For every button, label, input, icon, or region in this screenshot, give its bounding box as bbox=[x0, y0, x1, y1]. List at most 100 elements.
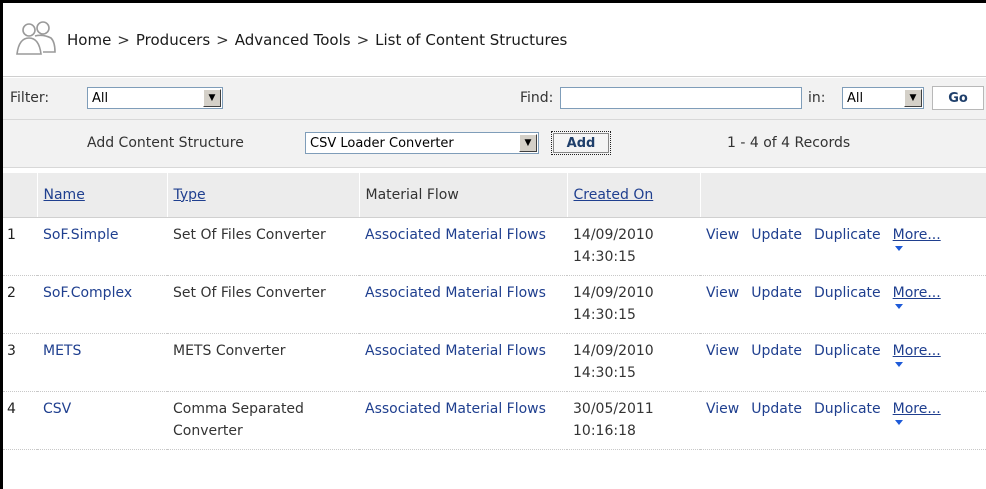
caret-down-icon bbox=[894, 303, 903, 309]
row-type: METS Converter bbox=[173, 342, 286, 359]
table-row: 1 SoF.Simple Set Of Files Converter Asso… bbox=[3, 217, 986, 276]
view-link[interactable]: View bbox=[706, 340, 739, 367]
row-created-cell: 14/09/2010 14:30:15 bbox=[567, 217, 700, 276]
header-material-flow: Material Flow bbox=[359, 173, 568, 218]
table-row: 4 CSV Comma Separated Converter Associat… bbox=[3, 391, 986, 450]
sort-created-on-link[interactable]: Created On bbox=[574, 187, 654, 203]
row-name[interactable]: CSV bbox=[43, 401, 71, 417]
caret-down-icon bbox=[894, 361, 903, 367]
sort-name-link[interactable]: Name bbox=[44, 187, 85, 203]
row-created-cell: 14/09/2010 14:30:15 bbox=[567, 275, 700, 334]
row-number: 2 bbox=[3, 275, 37, 334]
more-label: More... bbox=[892, 226, 941, 243]
row-actions-cell: View Update Duplicate More... bbox=[700, 333, 986, 392]
header-number bbox=[3, 173, 38, 218]
more-menu[interactable]: More... bbox=[893, 398, 941, 425]
row-number: 4 bbox=[3, 391, 37, 450]
row-actions-cell: View Update Duplicate More... bbox=[700, 391, 986, 450]
chevron-down-icon[interactable]: ▼ bbox=[519, 134, 537, 152]
duplicate-link[interactable]: Duplicate bbox=[814, 340, 881, 367]
update-link[interactable]: Update bbox=[751, 282, 802, 309]
row-actions-cell: View Update Duplicate More... bbox=[700, 217, 986, 276]
view-link[interactable]: View bbox=[706, 282, 739, 309]
header-name[interactable]: Name bbox=[37, 173, 168, 218]
associated-material-flows-link[interactable]: Associated Material Flows bbox=[365, 285, 546, 301]
row-type-cell: Set Of Files Converter bbox=[167, 275, 359, 334]
go-button[interactable]: Go bbox=[932, 86, 984, 110]
row-name-cell: CSV bbox=[37, 391, 167, 450]
row-type-cell: METS Converter bbox=[167, 333, 359, 392]
in-select[interactable]: All ▼ bbox=[842, 87, 924, 109]
row-type-cell: Comma Separated Converter bbox=[167, 391, 359, 450]
duplicate-link[interactable]: Duplicate bbox=[814, 398, 881, 425]
row-name-cell: METS bbox=[37, 333, 167, 392]
content-structure-select[interactable]: CSV Loader Converter ▼ bbox=[305, 132, 539, 154]
users-icon bbox=[16, 20, 56, 55]
table-row: 3 METS METS Converter Associated Materia… bbox=[3, 333, 986, 392]
update-link[interactable]: Update bbox=[751, 224, 802, 251]
row-created-on: 14/09/2010 14:30:15 bbox=[573, 342, 654, 381]
row-created-cell: 30/05/2011 10:16:18 bbox=[567, 391, 700, 450]
update-link[interactable]: Update bbox=[751, 398, 802, 425]
caret-down-icon bbox=[894, 419, 903, 425]
header-type[interactable]: Type bbox=[167, 173, 360, 218]
row-flow-cell: Associated Material Flows bbox=[359, 333, 567, 392]
row-name[interactable]: SoF.Complex bbox=[43, 285, 132, 301]
more-menu[interactable]: More... bbox=[893, 282, 941, 309]
filter-label: Filter: bbox=[10, 90, 50, 106]
chevron-down-icon[interactable]: ▼ bbox=[203, 89, 221, 107]
breadcrumb: Home > Producers > Advanced Tools > List… bbox=[67, 31, 567, 49]
breadcrumb-separator: > bbox=[117, 30, 130, 49]
row-created-on: 14/09/2010 14:30:15 bbox=[573, 284, 654, 323]
row-name-cell: SoF.Simple bbox=[37, 217, 167, 276]
row-flow-cell: Associated Material Flows bbox=[359, 217, 567, 276]
in-select-value: All bbox=[847, 90, 864, 106]
add-content-structure-label: Add Content Structure bbox=[87, 135, 244, 151]
view-link[interactable]: View bbox=[706, 398, 739, 425]
row-actions-cell: View Update Duplicate More... bbox=[700, 275, 986, 334]
breadcrumb-advanced-tools[interactable]: Advanced Tools bbox=[235, 31, 351, 49]
row-flow-cell: Associated Material Flows bbox=[359, 275, 567, 334]
filter-select[interactable]: All ▼ bbox=[87, 87, 223, 109]
more-label: More... bbox=[892, 342, 941, 359]
row-flow-cell: Associated Material Flows bbox=[359, 391, 567, 450]
row-name-cell: SoF.Complex bbox=[37, 275, 167, 334]
breadcrumb-producers[interactable]: Producers bbox=[136, 31, 210, 49]
row-name[interactable]: SoF.Simple bbox=[43, 227, 119, 243]
duplicate-link[interactable]: Duplicate bbox=[814, 224, 881, 251]
duplicate-link[interactable]: Duplicate bbox=[814, 282, 881, 309]
find-input[interactable] bbox=[560, 87, 802, 109]
row-type: Set Of Files Converter bbox=[173, 226, 326, 243]
add-button[interactable]: Add bbox=[551, 131, 611, 155]
more-menu[interactable]: More... bbox=[893, 340, 941, 367]
row-name[interactable]: METS bbox=[43, 343, 81, 359]
more-label: More... bbox=[892, 400, 941, 417]
chevron-down-icon[interactable]: ▼ bbox=[904, 89, 922, 107]
associated-material-flows-link[interactable]: Associated Material Flows bbox=[365, 401, 546, 417]
breadcrumb-current: List of Content Structures bbox=[375, 30, 568, 49]
more-menu[interactable]: More... bbox=[893, 224, 941, 251]
row-number: 1 bbox=[3, 217, 37, 276]
associated-material-flows-link[interactable]: Associated Material Flows bbox=[365, 227, 546, 243]
table-header-row: Name Type Material Flow Created On bbox=[3, 173, 986, 218]
find-label: Find: bbox=[520, 90, 554, 106]
add-bar: Add Content Structure CSV Loader Convert… bbox=[3, 120, 986, 168]
breadcrumb-home[interactable]: Home bbox=[67, 31, 111, 49]
view-link[interactable]: View bbox=[706, 224, 739, 251]
row-created-cell: 14/09/2010 14:30:15 bbox=[567, 333, 700, 392]
breadcrumb-separator: > bbox=[356, 30, 370, 49]
caret-down-icon bbox=[894, 245, 903, 251]
in-label: in: bbox=[808, 90, 826, 106]
header-created-on[interactable]: Created On bbox=[567, 173, 701, 218]
content-structure-select-value: CSV Loader Converter bbox=[310, 135, 454, 151]
sort-type-link[interactable]: Type bbox=[174, 187, 206, 203]
breadcrumb-bar: Home > Producers > Advanced Tools > List… bbox=[3, 3, 986, 77]
filter-bar: Filter: All ▼ Find: in: All ▼ Go bbox=[3, 78, 986, 120]
records-count: 1 - 4 of 4 Records bbox=[727, 135, 851, 151]
associated-material-flows-link[interactable]: Associated Material Flows bbox=[365, 343, 546, 359]
breadcrumb-separator: > bbox=[216, 30, 229, 49]
row-type: Comma Separated Converter bbox=[173, 400, 304, 439]
update-link[interactable]: Update bbox=[751, 340, 802, 367]
row-number: 3 bbox=[3, 333, 37, 392]
header-actions bbox=[700, 173, 986, 218]
